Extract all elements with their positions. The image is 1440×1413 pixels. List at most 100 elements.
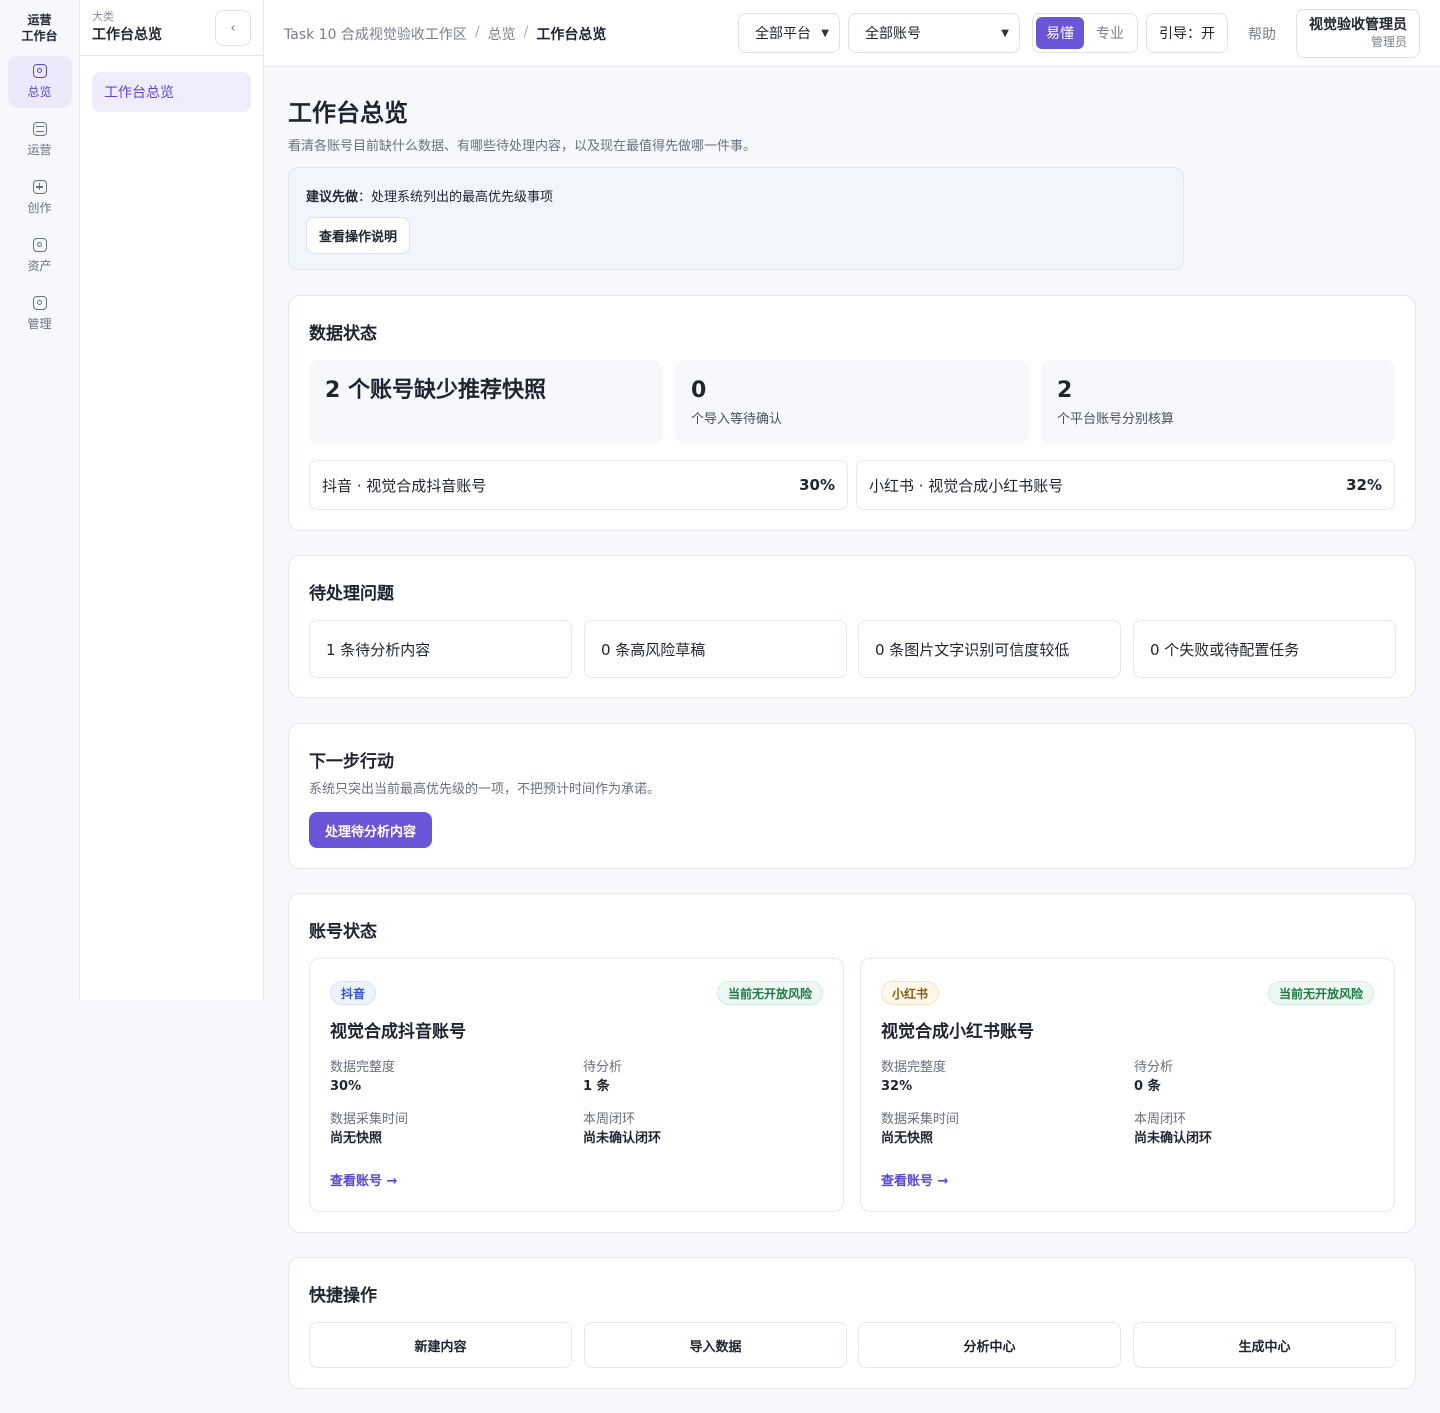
page-description: 看清各账号目前缺什么数据、有哪些待处理内容，以及现在最值得先做哪一件事。 [288, 139, 757, 154]
pending-field: 待分析 0 条 [1134, 1059, 1173, 1097]
field-label: 待分析 [583, 1060, 623, 1075]
next-action-description: 系统只突出当前最高优先级的一项，不把预计时间作为承诺。 [309, 782, 661, 797]
rail-item-assets[interactable]: 资产 [8, 230, 72, 282]
platform-badge: 抖音 [330, 981, 377, 1005]
weekly-loop-field: 本周闭环 尚未确认闭环 [583, 1111, 661, 1149]
chevron-left-icon: ‹ [230, 20, 236, 36]
breadcrumb-separator: / [474, 24, 480, 40]
platform-label: 抖音 · 视觉合成抖音账号 [322, 476, 487, 495]
issue-pending-analysis[interactable]: 1 条待分析内容 [309, 620, 572, 678]
field-label: 本周闭环 [583, 1112, 636, 1127]
field-value: 尚未确认闭环 [1134, 1131, 1213, 1146]
section-title: 下一步行动 [309, 752, 394, 772]
assets-icon [32, 238, 47, 252]
risk-status-badge: 当前无开放风险 [1267, 981, 1374, 1005]
quick-actions-card: 快捷操作 新建内容 导入数据 分析中心 生成中心 [288, 1257, 1416, 1389]
user-name: 视觉验收管理员 [1309, 17, 1407, 33]
rail-item-label: 运营 [27, 143, 52, 157]
stat-value: 2 个账号缺少推荐快照 [325, 378, 546, 403]
issue-low-ocr-confidence[interactable]: 0 条图片文字识别可信度较低 [858, 620, 1121, 678]
import-data-button[interactable]: 导入数据 [584, 1322, 847, 1368]
rail-item-label: 总览 [27, 85, 52, 99]
field-value: 1 条 [583, 1079, 610, 1094]
account-select-value: 全部账号 [865, 26, 921, 42]
rail-item-label: 创作 [27, 201, 52, 215]
section-title: 快捷操作 [309, 1286, 377, 1306]
pending-issues-card: 待处理问题 1 条待分析内容 0 条高风险草稿 0 条图片文字识别可信度较低 0… [288, 555, 1416, 698]
page-title: 工作台总览 [288, 99, 408, 127]
guide-toggle-button[interactable]: 引导：开 [1146, 13, 1228, 53]
stat-missing-snapshot: 2 个账号缺少推荐快照 [309, 360, 663, 444]
mode-easy-button[interactable]: 易懂 [1036, 17, 1084, 49]
analysis-center-button[interactable]: 分析中心 [858, 1322, 1121, 1368]
stat-value: 2 [1057, 378, 1073, 403]
collect-time-field: 数据采集时间 尚无快照 [881, 1111, 959, 1149]
platform-label: 小红书 · 视觉合成小红书账号 [869, 476, 1064, 495]
view-account-link[interactable]: 查看账号 → [881, 1170, 948, 1189]
field-label: 数据完整度 [330, 1060, 396, 1075]
mode-pro-button[interactable]: 专业 [1086, 17, 1134, 49]
platform-percent: 32% [1346, 476, 1382, 494]
stat-pending-imports: 0 个导入等待确认 [675, 360, 1029, 444]
stat-platform-accounts: 2 个平台账号分别核算 [1041, 360, 1395, 444]
view-instructions-button[interactable]: 查看操作说明 [306, 217, 411, 254]
platform-select[interactable]: 全部平台 ▼ [738, 13, 840, 53]
field-label: 数据采集时间 [330, 1112, 409, 1127]
view-account-link[interactable]: 查看账号 → [330, 1170, 397, 1189]
field-label: 数据完整度 [881, 1060, 947, 1075]
field-label: 本周闭环 [1134, 1112, 1187, 1127]
suggestion-body: ：处理系统列出的最高优先级事项 [358, 190, 554, 205]
subnav-header: 大类 工作台总览 ‹ [80, 0, 263, 56]
suggestion-banner: 建议先做：处理系统列出的最高优先级事项 查看操作说明 [288, 167, 1184, 270]
breadcrumb: Task 10 合成视觉验收工作区 / 总览 / 工作台总览 [284, 24, 606, 44]
chevron-down-icon: ▼ [1001, 27, 1009, 39]
breadcrumb-overview[interactable]: 总览 [488, 24, 516, 44]
account-select[interactable]: 全部账号 ▼ [848, 13, 1020, 53]
breadcrumb-separator: / [523, 24, 529, 40]
rail-brand-line2: 工作台 [21, 29, 58, 43]
create-icon [32, 180, 47, 194]
account-card-douyin: 抖音 当前无开放风险 视觉合成抖音账号 数据完整度 30% 待分析 1 条 数据… [309, 958, 844, 1212]
account-name: 视觉合成小红书账号 [881, 1022, 1034, 1042]
top-bar: Task 10 合成视觉验收工作区 / 总览 / 工作台总览 全部平台 ▼ 全部… [264, 0, 1440, 67]
rail-item-create[interactable]: 创作 [8, 172, 72, 224]
field-value: 32% [881, 1079, 913, 1094]
section-title: 待处理问题 [309, 584, 394, 604]
left-rail: 运营 工作台 总览 运营 创作 资产 管理 [0, 0, 80, 1000]
issue-high-risk-drafts[interactable]: 0 条高风险草稿 [584, 620, 847, 678]
suggestion-text: 建议先做：处理系统列出的最高优先级事项 [306, 186, 1166, 205]
rail-item-label: 资产 [27, 259, 52, 273]
overview-icon [32, 64, 47, 78]
pending-field: 待分析 1 条 [583, 1059, 622, 1097]
generation-center-button[interactable]: 生成中心 [1133, 1322, 1396, 1368]
collapse-sidebar-button[interactable]: ‹ [215, 10, 251, 46]
collect-time-field: 数据采集时间 尚无快照 [330, 1111, 408, 1149]
field-value: 尚无快照 [881, 1131, 934, 1146]
field-label: 数据采集时间 [881, 1112, 960, 1127]
help-link[interactable]: 帮助 [1248, 24, 1276, 44]
user-menu[interactable]: 视觉验收管理员 管理员 [1296, 9, 1420, 58]
completeness-field: 数据完整度 32% [881, 1059, 946, 1097]
risk-status-badge: 当前无开放风险 [716, 981, 823, 1005]
weekly-loop-field: 本周闭环 尚未确认闭环 [1134, 1111, 1212, 1149]
operations-icon [32, 122, 47, 136]
rail-item-manage[interactable]: 管理 [8, 288, 72, 340]
platform-completeness-xiaohongshu: 小红书 · 视觉合成小红书账号 32% [856, 460, 1395, 510]
rail-item-overview[interactable]: 总览 [7, 56, 72, 108]
process-pending-analysis-button[interactable]: 处理待分析内容 [309, 812, 433, 848]
rail-item-operations[interactable]: 运营 [8, 114, 72, 166]
issue-failed-tasks[interactable]: 0 个失败或待配置任务 [1133, 620, 1396, 678]
breadcrumb-workspace[interactable]: Task 10 合成视觉验收工作区 [284, 24, 467, 44]
new-content-button[interactable]: 新建内容 [309, 1322, 572, 1368]
user-role: 管理员 [1370, 35, 1407, 49]
account-card-xiaohongshu: 小红书 当前无开放风险 视觉合成小红书账号 数据完整度 32% 待分析 0 条 … [860, 958, 1395, 1212]
completeness-field: 数据完整度 30% [330, 1059, 395, 1097]
platform-percent: 30% [799, 476, 835, 494]
subnav-item-overview[interactable]: 工作台总览 [92, 72, 251, 112]
account-status-card: 账号状态 抖音 当前无开放风险 视觉合成抖音账号 数据完整度 30% 待分析 1… [288, 893, 1416, 1233]
stat-caption: 个导入等待确认 [691, 412, 783, 427]
account-name: 视觉合成抖音账号 [330, 1022, 466, 1042]
rail-brand: 运营 工作台 [0, 0, 79, 52]
field-label: 待分析 [1134, 1060, 1174, 1075]
platform-badge: 小红书 [881, 981, 940, 1005]
